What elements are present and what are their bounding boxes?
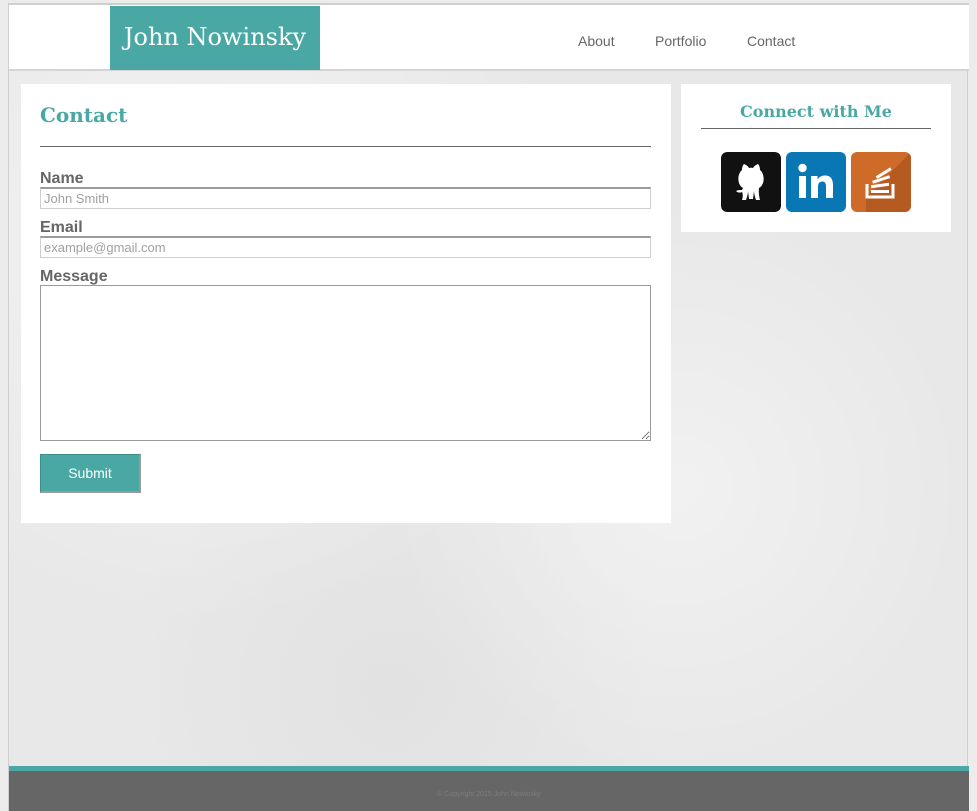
name-label: Name [40, 170, 84, 187]
nav-link-portfolio[interactable]: Portfolio [655, 33, 706, 49]
email-input[interactable] [40, 236, 651, 258]
message-textarea[interactable] [40, 285, 651, 441]
footer: © Copyright 2015 John Nowinsky [9, 771, 969, 811]
contact-card: Contact Name Email Message Submit [21, 84, 671, 523]
email-label: Email [40, 219, 83, 236]
contact-divider [40, 146, 651, 147]
contact-heading: Contact [40, 103, 128, 127]
github-icon[interactable] [721, 152, 781, 212]
message-label: Message [40, 268, 108, 285]
footer-copyright: © Copyright 2015 John Nowinsky [437, 791, 541, 798]
nav-link-contact[interactable]: Contact [747, 33, 795, 49]
linkedin-icon[interactable] [786, 152, 846, 212]
brand-logo-link[interactable]: John Nowinsky [110, 6, 320, 70]
nav-link-about[interactable]: About [578, 33, 615, 49]
submit-button[interactable]: Submit [40, 454, 141, 493]
top-navbar: John Nowinsky About Portfolio Contact [9, 3, 969, 71]
connect-heading: Connect with Me [740, 102, 892, 121]
stackoverflow-icon[interactable] [851, 152, 911, 212]
page: John Nowinsky About Portfolio Contact Co… [8, 3, 969, 811]
name-input[interactable] [40, 187, 651, 209]
connect-divider [701, 128, 931, 129]
connect-card: Connect with Me [681, 84, 951, 232]
